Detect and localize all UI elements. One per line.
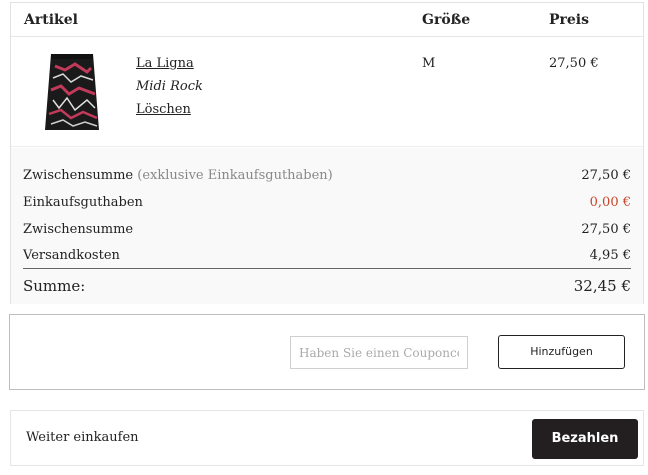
coupon-code-input[interactable]	[290, 336, 468, 369]
column-header-groesse: Größe	[422, 12, 471, 28]
subtotal-excl-label-text: Zwischensumme	[23, 168, 134, 183]
product-thumbnail[interactable]	[41, 50, 103, 134]
cart-header-row: Artikel Größe Preis	[11, 3, 643, 37]
summary-divider	[23, 268, 631, 269]
product-size: M	[422, 56, 436, 71]
cart-table: Artikel Größe Preis La Ligna Midi Rock L…	[10, 2, 644, 304]
subtotal-value: 27,50 €	[581, 222, 631, 237]
remove-item-link[interactable]: Löschen	[136, 102, 191, 117]
subtotal-label: Zwischensumme	[23, 222, 134, 237]
subtotal-row: Zwischensumme 27,50 €	[23, 222, 631, 242]
total-value: 32,45 €	[573, 277, 631, 295]
credit-label: Einkaufsguthaben	[23, 195, 143, 210]
product-price: 27,50 €	[549, 56, 599, 71]
order-summary: Zwischensumme (exklusive Einkaufsguthabe…	[11, 148, 643, 304]
checkout-actions: Weiter einkaufen Bezahlen	[10, 410, 644, 466]
column-header-artikel: Artikel	[24, 12, 78, 28]
total-label: Summe:	[23, 277, 86, 295]
total-row: Summe: 32,45 €	[23, 277, 631, 299]
subtotal-excl-note: (exklusive Einkaufsguthaben)	[133, 168, 333, 183]
shipping-row: Versandkosten 4,95 €	[23, 248, 631, 268]
credit-row: Einkaufsguthaben 0,00 €	[23, 195, 631, 215]
credit-value: 0,00 €	[589, 195, 631, 210]
column-header-preis: Preis	[549, 12, 590, 28]
shipping-label: Versandkosten	[23, 248, 120, 263]
subtotal-excl-label: Zwischensumme (exklusive Einkaufsguthabe…	[23, 168, 333, 183]
product-name: Midi Rock	[136, 79, 203, 94]
cart-item-row: La Ligna Midi Rock Löschen M 27,50 €	[11, 37, 643, 147]
coupon-section: Hinzufügen	[9, 314, 645, 390]
subtotal-excl-row: Zwischensumme (exklusive Einkaufsguthabe…	[23, 168, 631, 188]
add-coupon-button[interactable]: Hinzufügen	[498, 335, 625, 369]
continue-shopping-link[interactable]: Weiter einkaufen	[26, 430, 139, 445]
subtotal-excl-value: 27,50 €	[581, 168, 631, 183]
pay-button[interactable]: Bezahlen	[532, 419, 638, 459]
shipping-value: 4,95 €	[589, 248, 631, 263]
product-brand-link[interactable]: La Ligna	[136, 56, 194, 71]
